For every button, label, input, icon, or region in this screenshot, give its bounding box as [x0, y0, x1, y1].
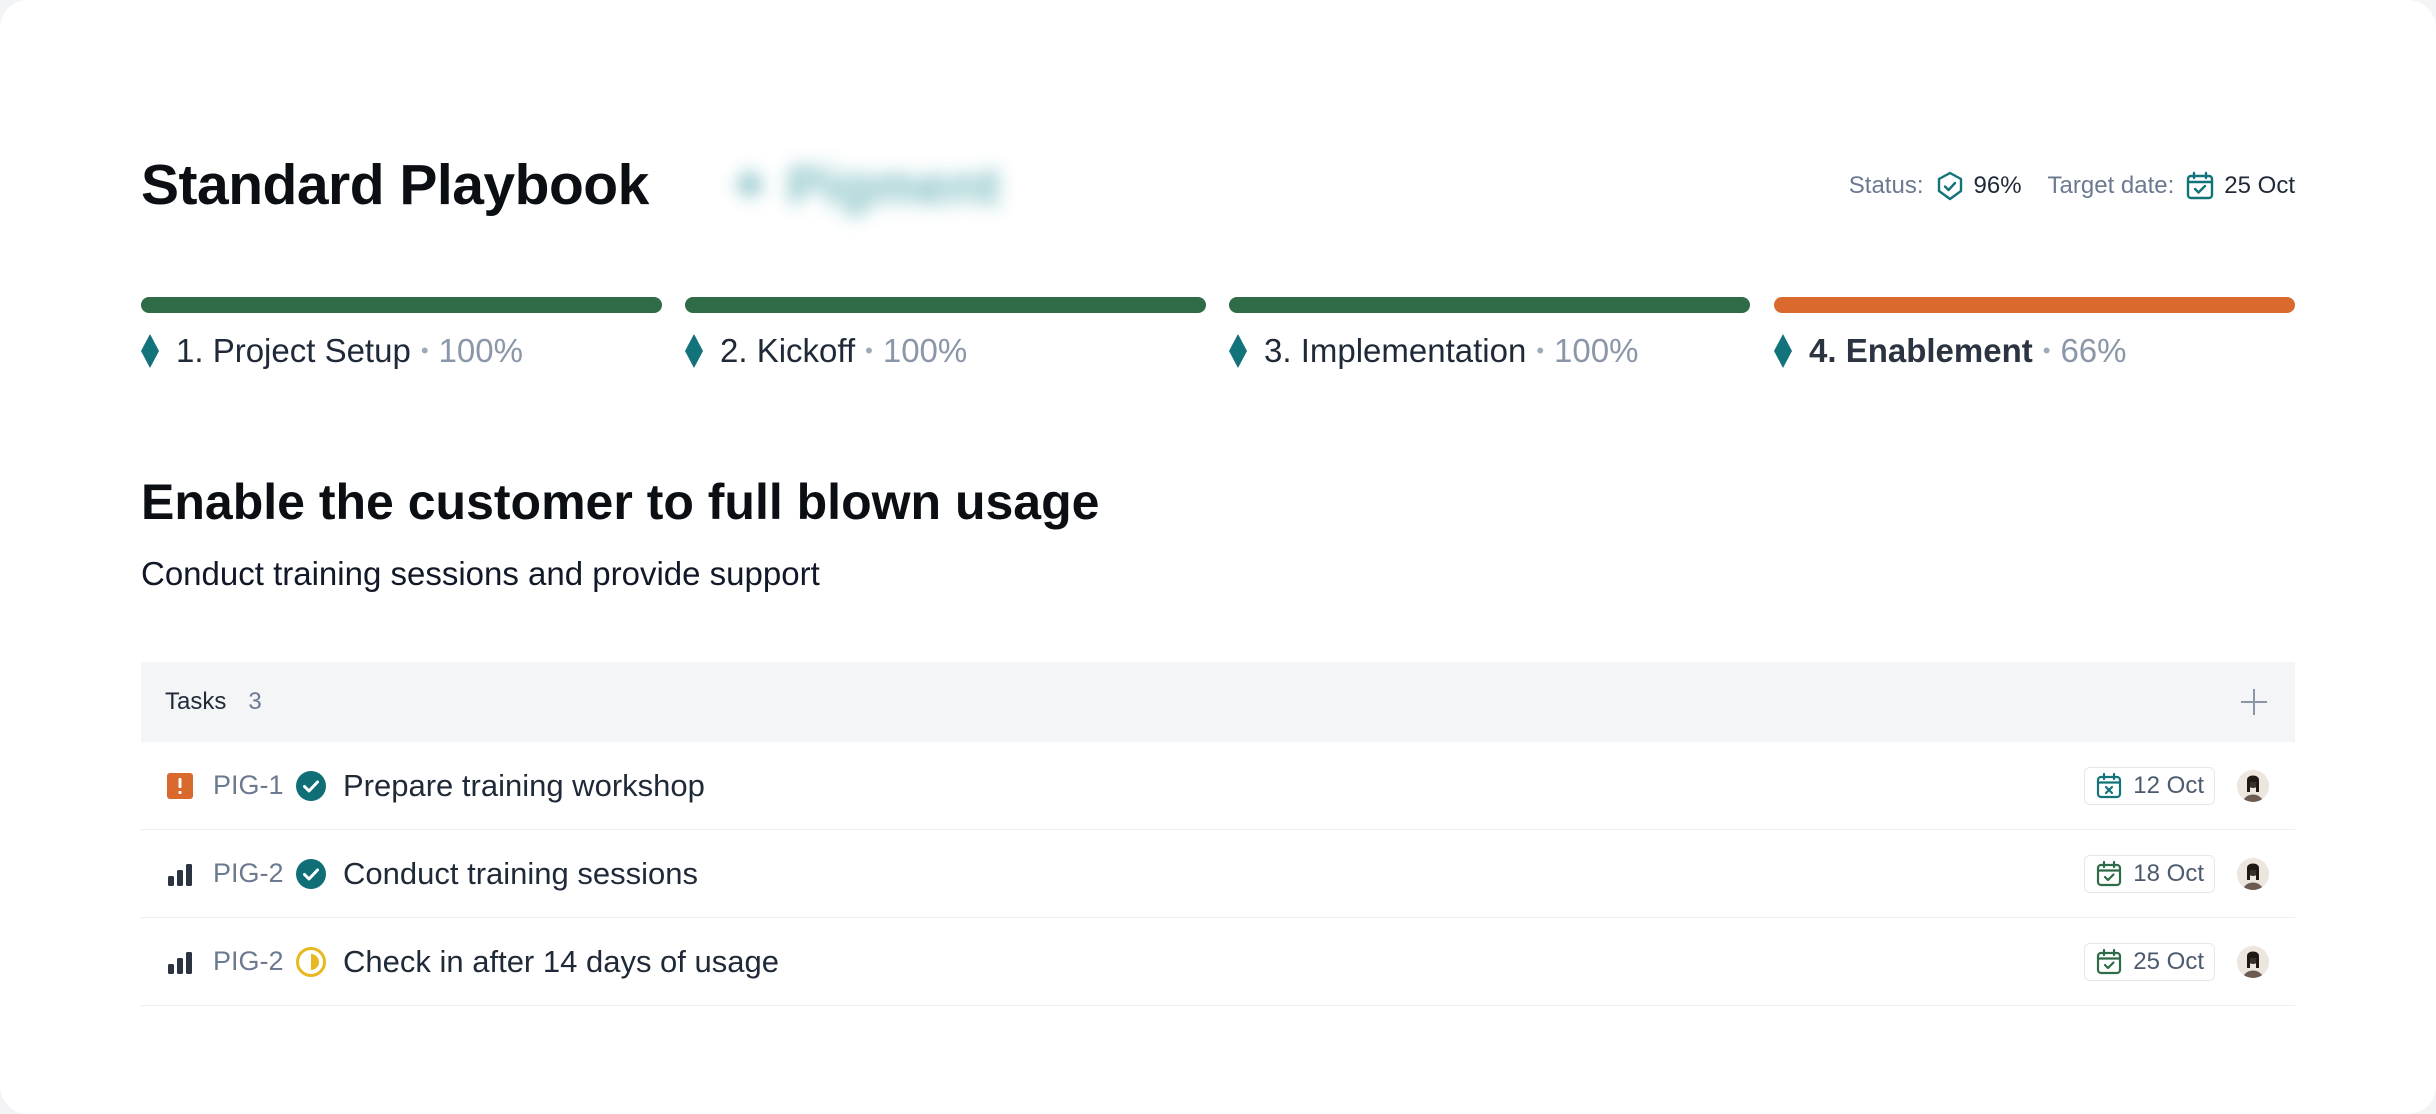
urgent-priority-icon[interactable] [167, 772, 193, 799]
phase-4-label: 4. Enablement [1809, 332, 2033, 369]
task-due-text: 12 Oct [2133, 771, 2204, 799]
half-progress-icon[interactable] [295, 946, 327, 978]
phase-4[interactable]: 4. Enablement • 66% [1774, 297, 2295, 377]
target-date-value: 25 Oct [2224, 172, 2295, 199]
task-due-date[interactable]: 18 Oct [2084, 854, 2215, 893]
calendar-check-icon [2184, 170, 2216, 202]
done-check-icon[interactable] [295, 770, 327, 802]
task-title[interactable]: Conduct training sessions [343, 856, 698, 892]
done-check-icon[interactable] [295, 858, 327, 890]
task-row[interactable]: PIG-2 Check in after 14 days of usage 25… [141, 918, 2295, 1006]
calendar-x-icon [2095, 772, 2123, 800]
status-label: Status: [1848, 172, 1924, 199]
phase-1-label: 1. Project Setup [176, 332, 411, 369]
tasks-header: Tasks 3 [141, 662, 2295, 742]
assignee-avatar[interactable] [2237, 857, 2269, 890]
tasks-panel: Tasks 3 PIG-1 Prepare training workshop … [141, 662, 2295, 1006]
task-title[interactable]: Check in after 14 days of usage [343, 944, 779, 980]
phase-2-label: 2. Kickoff [720, 332, 856, 369]
assignee-avatar[interactable] [2237, 945, 2269, 978]
task-title[interactable]: Prepare training workshop [343, 768, 705, 804]
status-value: 96% [1973, 172, 2022, 199]
plus-icon[interactable] [2237, 685, 2271, 719]
customer-tag-blurred: ✦ Pigment [727, 156, 1001, 216]
phase-1[interactable]: 1. Project Setup • 100% [141, 297, 662, 377]
assignee-avatar[interactable] [2237, 769, 2269, 802]
diamond-icon [685, 334, 703, 368]
task-due-date[interactable]: 25 Oct [2084, 942, 2215, 981]
calendar-check-icon [2095, 948, 2123, 976]
tasks-label: Tasks [165, 688, 227, 715]
calendar-check-icon [2095, 860, 2123, 888]
playbook-card: Standard Playbook ✦ Pigment Status: 96% … [0, 0, 2436, 1114]
diamond-icon [1774, 334, 1792, 368]
tasks-count: 3 [248, 688, 262, 715]
phase-2-progress-bar [685, 297, 1206, 313]
shield-check-icon [1934, 170, 1966, 202]
phase-4-percent: 66% [2060, 332, 2127, 369]
phase-2-percent: 100% [882, 332, 968, 369]
playbook-meta: Status: 96% Target date: 25 Oct [1849, 168, 2295, 204]
diamond-icon [1229, 334, 1247, 368]
phase-3-progress-bar [1229, 297, 1750, 313]
phase-progress: 1. Project Setup • 100% 2. Kickoff • 100… [141, 297, 2295, 377]
task-id: PIG-2 [213, 858, 284, 888]
task-due-text: 18 Oct [2133, 859, 2204, 887]
diamond-icon [141, 334, 159, 368]
section-title: Enable the customer to full blown usage [141, 474, 1100, 530]
target-date-label: Target date: [2047, 172, 2175, 199]
task-id: PIG-2 [213, 946, 284, 976]
phase-3-label: 3. Implementation [1264, 332, 1527, 369]
task-row[interactable]: PIG-1 Prepare training workshop 12 Oct [141, 742, 2295, 830]
high-priority-icon[interactable] [167, 861, 193, 887]
section-subtitle: Conduct training sessions and provide su… [141, 555, 820, 592]
task-due-date[interactable]: 12 Oct [2084, 766, 2215, 805]
task-id: PIG-1 [213, 770, 284, 800]
page-header: Standard Playbook ✦ Pigment Status: 96% … [141, 150, 2295, 220]
task-row[interactable]: PIG-2 Conduct training sessions 18 Oct [141, 830, 2295, 918]
phase-1-progress-bar [141, 297, 662, 313]
phase-2[interactable]: 2. Kickoff • 100% [685, 297, 1206, 377]
phase-3[interactable]: 3. Implementation • 100% [1229, 297, 1750, 377]
task-due-text: 25 Oct [2133, 947, 2204, 975]
phase-3-percent: 100% [1554, 332, 1639, 369]
high-priority-icon[interactable] [167, 949, 193, 975]
page-title: Standard Playbook [141, 153, 649, 217]
phase-1-percent: 100% [438, 332, 523, 369]
phase-4-progress-bar [1774, 297, 2295, 313]
